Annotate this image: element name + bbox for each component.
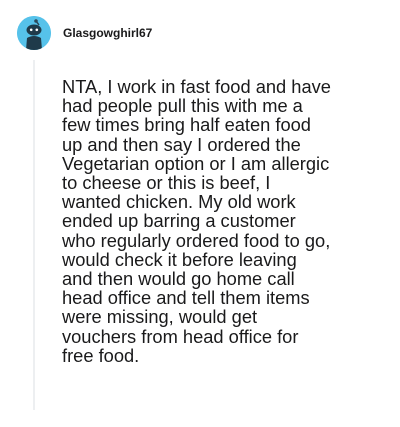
comment-text-line: were missing, would get — [62, 306, 258, 328]
comment-text-line: had people pull this with me a — [62, 95, 303, 117]
snoo-avatar-icon[interactable] — [17, 16, 51, 50]
comment-text-line: few times bring half eaten food — [62, 114, 311, 136]
comment-text-line: who regularly ordered food to go, — [62, 229, 331, 251]
comment-text-line: vouchers from head office for — [62, 325, 299, 347]
comment-card: Glasgowghirl67 NTA, I work in fast food … — [0, 0, 400, 427]
comment-text-line: up and then say I ordered the — [62, 133, 301, 155]
comment-body: NTA, I work in fast food and have had peo… — [62, 77, 382, 365]
thread-line[interactable] — [33, 60, 35, 410]
comment-text-line: Vegetarian option or I am allergic — [62, 152, 330, 174]
username[interactable]: Glasgowghirl67 — [63, 26, 152, 40]
comment-text-line: ended up barring a customer — [62, 210, 296, 232]
comment-text-line: to cheese or this is beef, I — [62, 172, 271, 194]
comment-text-line: wanted chicken. My old work — [62, 191, 296, 213]
comment-text-line: and then would go home call — [62, 268, 295, 290]
comment-text-line: would check it before leaving — [62, 248, 297, 270]
comment-text-line: NTA, I work in fast food and have — [62, 76, 331, 97]
comment-text-line: head office and tell them items — [62, 287, 310, 309]
comment-text-line: free food. — [62, 344, 140, 366]
comment-header: Glasgowghirl67 — [17, 15, 152, 51]
